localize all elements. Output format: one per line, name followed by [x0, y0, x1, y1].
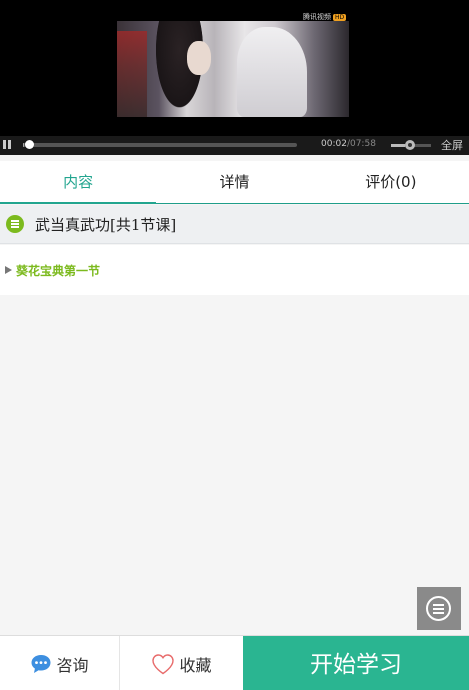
- progress-bar[interactable]: [23, 143, 297, 147]
- video-frame[interactable]: [117, 21, 349, 117]
- bottom-action-bar: 咨询 收藏 开始学习: [0, 635, 469, 690]
- list-circle-icon: [6, 215, 24, 233]
- chat-bubble-icon: [31, 654, 51, 673]
- volume-icon[interactable]: [405, 140, 415, 150]
- progress-knob[interactable]: [25, 140, 34, 149]
- video-figure-face: [187, 41, 211, 75]
- progress-fill: [23, 143, 25, 147]
- tab-content[interactable]: 内容: [0, 161, 157, 204]
- watermark-badge: HD: [333, 14, 347, 21]
- video-player[interactable]: 腾讯视频 HD 00:02/07:58 全屏: [0, 0, 469, 155]
- tab-bar: 内容 详情 评价(0): [0, 161, 469, 204]
- tab-reviews[interactable]: 评价(0): [313, 161, 469, 203]
- play-arrow-icon: [5, 266, 12, 274]
- favorite-button[interactable]: 收藏: [120, 636, 243, 690]
- watermark-text: 腾讯视频: [303, 13, 331, 21]
- tab-details[interactable]: 详情: [156, 161, 312, 203]
- video-figure-left: [117, 31, 147, 117]
- heart-icon: [152, 653, 175, 674]
- time-display: 00:02/07:58: [321, 139, 376, 149]
- pause-icon[interactable]: [3, 140, 12, 150]
- video-horse: [237, 27, 307, 117]
- consult-button[interactable]: 咨询: [0, 636, 120, 690]
- lesson-list: 葵花宝典第一节: [0, 245, 469, 295]
- video-watermark: 腾讯视频 HD: [303, 12, 347, 22]
- time-total: 07:58: [349, 139, 376, 149]
- player-controls: 00:02/07:58 全屏: [0, 136, 469, 155]
- section-header[interactable]: 武当真武功[共1节课]: [0, 205, 469, 244]
- lesson-label: 葵花宝典第一节: [16, 263, 101, 278]
- float-menu-button[interactable]: [417, 587, 461, 630]
- start-learning-button[interactable]: 开始学习: [243, 636, 469, 690]
- lesson-item[interactable]: 葵花宝典第一节: [5, 261, 100, 279]
- volume-fill: [391, 144, 405, 147]
- menu-circle-icon: [426, 596, 451, 621]
- favorite-label: 收藏: [179, 655, 212, 675]
- consult-label: 咨询: [56, 655, 89, 675]
- time-current: 00:02: [321, 139, 347, 149]
- fullscreen-button[interactable]: 全屏: [441, 137, 463, 153]
- section-title: 武当真武功[共1节课]: [35, 216, 177, 234]
